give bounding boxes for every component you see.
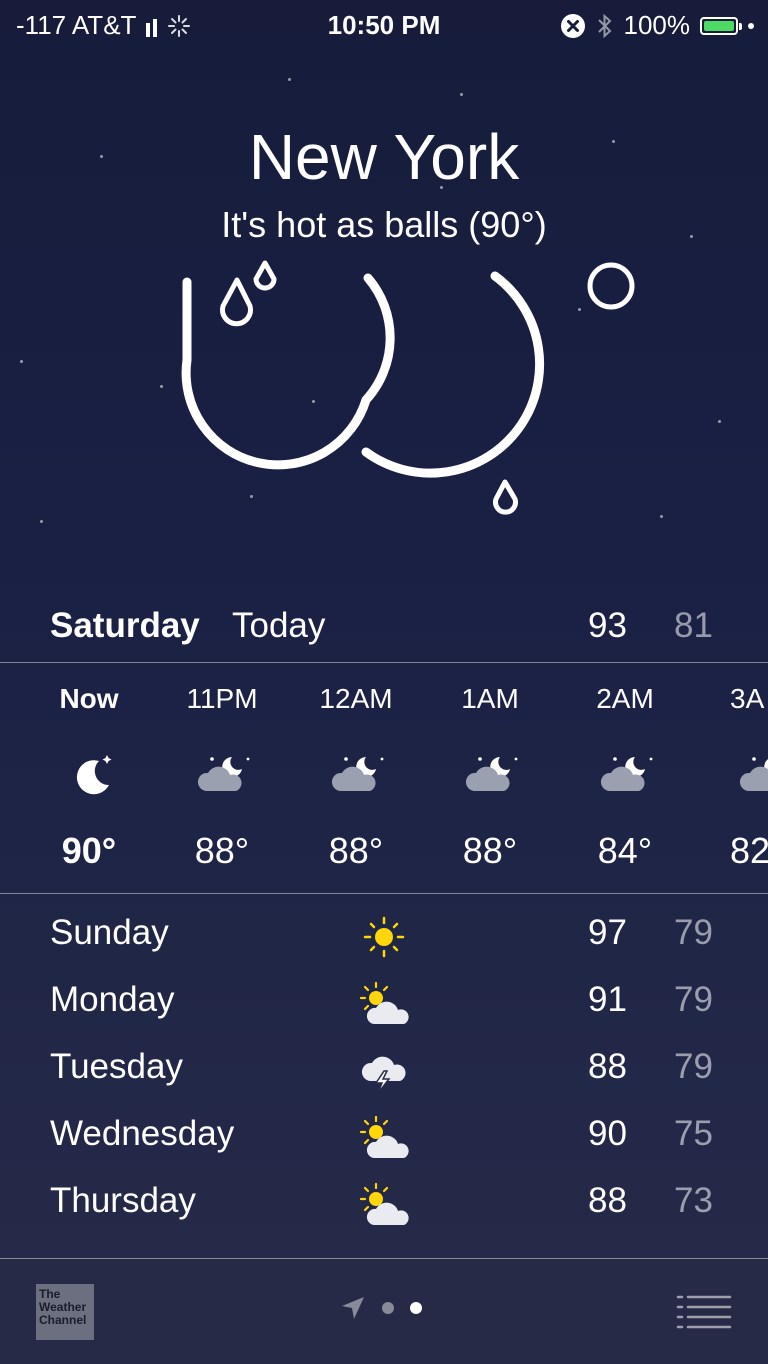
day-high: 88 xyxy=(588,1047,627,1086)
list-item: Sunday 97 79 xyxy=(0,905,768,965)
day-name: Wednesday xyxy=(50,1114,235,1153)
page-dot-active[interactable] xyxy=(410,1302,422,1314)
current-condition: It's hot as balls (90°) xyxy=(221,204,547,245)
day-low: 79 xyxy=(674,980,713,1019)
today-high: 93 xyxy=(588,606,627,645)
day-high: 88 xyxy=(588,1181,627,1220)
hour-temp: 88° xyxy=(462,830,518,871)
day-low: 73 xyxy=(674,1181,713,1220)
cloud-moon-icon xyxy=(600,757,653,791)
do-not-disturb-icon xyxy=(560,13,585,38)
day-name: Sunday xyxy=(50,913,169,952)
bottom-toolbar: The Weather Channel xyxy=(0,1258,768,1364)
partly-cloudy-icon xyxy=(359,1182,409,1225)
location-dot-icon xyxy=(748,22,754,29)
today-summary: Saturday Today 93 81 xyxy=(0,606,768,656)
city-name: New York xyxy=(248,121,520,193)
divider xyxy=(0,893,768,894)
day-high: 97 xyxy=(588,913,627,952)
hourly-forecast[interactable]: Now 90° 11PM 88° 12AM 88° 1AM 88° 2AM 84… xyxy=(0,663,768,893)
hour-time: 2AM xyxy=(596,683,654,714)
hour-temp: 88° xyxy=(328,830,384,871)
hour-temp: 84° xyxy=(597,830,653,871)
hour-time: 11PM xyxy=(186,683,258,714)
hour-time: 12AM xyxy=(319,683,393,714)
rain-moon-icon xyxy=(181,260,635,515)
partly-cloudy-icon xyxy=(359,1115,409,1158)
day-high: 90 xyxy=(588,1114,627,1153)
hour-time: 1AM xyxy=(461,683,519,714)
page-dot[interactable] xyxy=(382,1302,394,1314)
hour-time: 3A xyxy=(730,683,765,714)
sun-icon xyxy=(363,916,405,958)
day-low: 79 xyxy=(674,1047,713,1086)
today-low: 81 xyxy=(674,606,713,645)
status-bar: -117 AT&T 10:50 PM 100% xyxy=(0,0,768,50)
list-item: Tuesday 88 79 xyxy=(0,1039,768,1099)
page-indicator[interactable] xyxy=(340,1295,422,1321)
cloud-moon-icon xyxy=(740,757,768,791)
battery-percent: 100% xyxy=(623,10,691,40)
thunderstorm-icon xyxy=(361,1056,406,1094)
day-name: Monday xyxy=(50,980,175,1019)
weather-channel-logo[interactable]: The Weather Channel xyxy=(36,1284,94,1340)
day-high: 91 xyxy=(588,980,627,1019)
battery-icon xyxy=(700,16,742,35)
day-low: 79 xyxy=(674,913,713,952)
day-name: Thursday xyxy=(50,1181,196,1220)
list-item: Wednesday 90 75 xyxy=(0,1106,768,1166)
location-arrow-icon[interactable] xyxy=(340,1295,366,1321)
moon-icon xyxy=(76,755,112,795)
day-name: Tuesday xyxy=(50,1047,183,1086)
cloud-moon-icon xyxy=(331,757,384,791)
today-day: Saturday xyxy=(50,606,200,645)
partly-cloudy-icon xyxy=(359,981,409,1024)
hour-temp: 88° xyxy=(194,830,250,871)
hour-time: Now xyxy=(59,683,119,714)
day-low: 75 xyxy=(674,1114,713,1153)
hour-temp: 82 xyxy=(730,830,768,871)
cloud-moon-icon xyxy=(197,757,250,791)
list-item: Thursday 88 73 xyxy=(0,1173,768,1233)
hour-temp: 90° xyxy=(61,830,117,871)
today-label: Today xyxy=(232,606,326,645)
list-menu-icon[interactable] xyxy=(676,1293,732,1329)
list-item: Monday 91 79 xyxy=(0,972,768,1032)
bluetooth-icon xyxy=(597,13,611,38)
cloud-moon-icon xyxy=(465,757,518,791)
